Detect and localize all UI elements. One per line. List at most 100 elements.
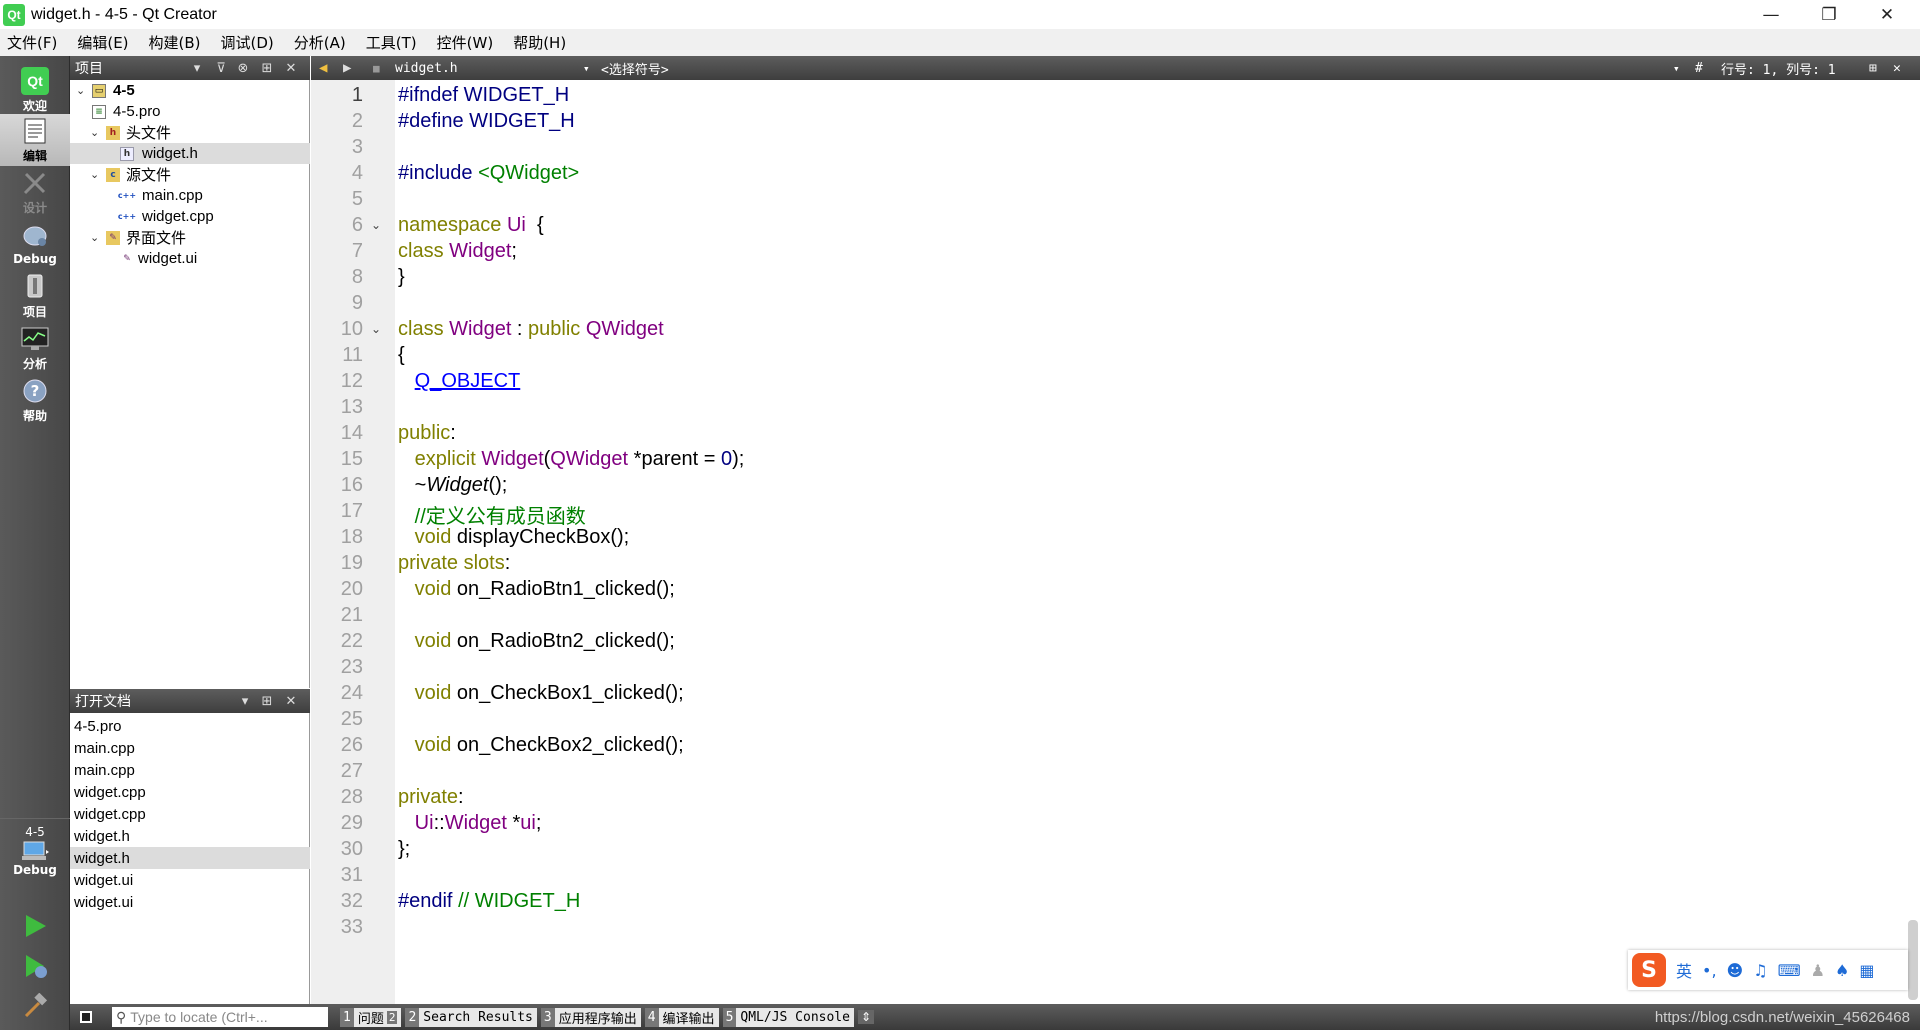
emoji-icon[interactable]: ☻ — [1727, 961, 1744, 980]
menu-build[interactable]: 构建(B) — [146, 32, 204, 53]
code-line[interactable]: namespace Ui { — [398, 214, 544, 237]
collapse-arrow-icon[interactable]: ⌄ — [90, 126, 102, 139]
output-tab-search-results[interactable]: 2 Search Results — [405, 1007, 537, 1027]
close-pane-icon[interactable]: ✕ — [280, 689, 302, 713]
tree-item-widget-ui[interactable]: ✎ widget.ui — [70, 248, 310, 269]
tree-item-pro-file[interactable]: ≡ 4-5.pro — [70, 101, 310, 122]
toggle-sidebar-icon[interactable] — [80, 1011, 92, 1023]
mode-projects[interactable]: 项目 — [0, 270, 70, 322]
tree-item-project[interactable]: ⌄ ▭ 4-5 — [70, 80, 310, 101]
editor-scrollbar[interactable] — [1908, 920, 1918, 1000]
code-line[interactable]: class Widget; — [398, 240, 517, 263]
code-line[interactable]: ~Widget(); — [398, 474, 508, 497]
code-line[interactable]: #endif // WIDGET_H — [398, 890, 580, 913]
code-line[interactable]: #ifndef WIDGET_H — [398, 84, 569, 107]
mode-design[interactable]: 设计 — [0, 166, 70, 218]
open-doc-item[interactable]: widget.cpp — [70, 803, 310, 825]
symbol-dropdown-icon[interactable]: ▾ — [1673, 62, 1680, 75]
code-line[interactable]: //定义公有成员函数 — [398, 500, 586, 529]
close-pane-icon[interactable]: ✕ — [280, 56, 302, 80]
mode-edit[interactable]: 编辑 — [0, 114, 70, 166]
close-button[interactable]: ✕ — [1860, 0, 1914, 29]
menu-debug[interactable]: 调试(D) — [218, 32, 277, 53]
open-doc-item[interactable]: widget.h — [70, 847, 310, 869]
minimize-button[interactable]: — — [1744, 0, 1798, 29]
pane-view-dropdown-icon[interactable]: ▾ — [186, 56, 208, 80]
nav-forward-icon[interactable]: ▶ — [343, 60, 351, 76]
output-tab-qml-console[interactable]: 5 QML/JS Console — [722, 1007, 854, 1027]
debug-run-button[interactable] — [22, 953, 48, 979]
code-line[interactable]: } — [398, 266, 405, 289]
tree-item-widget-cpp[interactable]: c++ widget.cpp — [70, 206, 310, 227]
tree-item-sources[interactable]: ⌄ c 源文件 — [70, 164, 310, 185]
mode-debug[interactable]: Debug — [0, 218, 70, 270]
ime-mode-label[interactable]: 英 — [1676, 958, 1692, 982]
code-line[interactable]: { — [398, 344, 405, 367]
split-icon[interactable]: ⊞ — [256, 56, 278, 80]
split-icon[interactable]: ⊞ — [1869, 61, 1877, 76]
fold-marker-icon[interactable]: ⌄ — [371, 218, 381, 232]
file-dropdown-icon[interactable]: ▾ — [583, 62, 590, 75]
code-line[interactable]: #include <QWidget> — [398, 162, 579, 185]
code-line[interactable]: private slots: — [398, 552, 510, 575]
code-line[interactable]: public: — [398, 422, 456, 445]
symbol-selector[interactable]: <选择符号> — [601, 59, 669, 78]
collapse-arrow-icon[interactable]: ⌄ — [90, 231, 102, 244]
output-tab-compile-output[interactable]: 4 编译输出 — [644, 1007, 719, 1027]
filter-icon[interactable]: ⊽ — [210, 56, 232, 80]
open-doc-item[interactable]: 4-5.pro — [70, 715, 310, 737]
code-token[interactable]: Q_OBJECT — [415, 370, 521, 392]
ime-punctuation[interactable]: •, — [1702, 961, 1717, 980]
user-icon[interactable]: ♟ — [1811, 961, 1825, 980]
menu-help[interactable]: 帮助(H) — [510, 32, 569, 53]
code-line[interactable]: void on_CheckBox2_clicked(); — [398, 734, 684, 757]
collapse-arrow-icon[interactable]: ⌄ — [76, 84, 88, 97]
locator-input[interactable]: ⚲ Type to locate (Ctrl+... — [112, 1007, 328, 1027]
code-line[interactable]: class Widget : public QWidget — [398, 318, 664, 341]
menu-tools[interactable]: 工具(T) — [363, 32, 420, 53]
tree-item-widget-h[interactable]: h widget.h — [70, 143, 310, 164]
code-editor[interactable]: #ifndef WIDGET_H #define WIDGET_H #include… — [395, 80, 1920, 1004]
mode-analyze[interactable]: 分析 — [0, 322, 70, 374]
code-line[interactable]: Ui::Widget *ui; — [398, 812, 542, 835]
collapse-arrow-icon[interactable]: ⌄ — [90, 168, 102, 181]
file-selector[interactable]: widget.h — [395, 61, 458, 76]
open-doc-item[interactable]: widget.ui — [70, 869, 310, 891]
link-sync-icon[interactable]: ⊗ — [232, 56, 254, 80]
open-doc-item[interactable]: widget.cpp — [70, 781, 310, 803]
tree-item-forms[interactable]: ⌄ ✎ 界面文件 — [70, 227, 310, 248]
split-icon[interactable]: ⊞ — [256, 689, 278, 713]
ime-toolbar[interactable]: S 英 •, ☻ ♫ ⌨ ♟ ♠ ▦ — [1628, 950, 1908, 990]
menu-edit[interactable]: 编辑(E) — [74, 32, 131, 53]
code-line[interactable]: void on_CheckBox1_clicked(); — [398, 682, 684, 705]
skin-shirt-icon[interactable]: ♠ — [1835, 961, 1849, 980]
code-line[interactable]: void displayCheckBox(); — [398, 526, 630, 549]
code-line[interactable]: #define WIDGET_H — [398, 110, 575, 133]
menu-widgets[interactable]: 控件(W) — [434, 32, 497, 53]
menu-analyze[interactable]: 分析(A) — [291, 32, 349, 53]
mode-help[interactable]: ? 帮助 — [0, 374, 70, 426]
output-tab-app-output[interactable]: 3 应用程序输出 — [540, 1007, 641, 1027]
target-selector[interactable]: 4-5 Debug — [0, 818, 70, 888]
pane-view-dropdown-icon[interactable]: ▾ — [234, 689, 256, 713]
keyboard-icon[interactable]: ⌨ — [1778, 961, 1801, 980]
code-line[interactable]: void on_RadioBtn2_clicked(); — [398, 630, 675, 653]
code-line[interactable]: private: — [398, 786, 464, 809]
open-doc-item[interactable]: main.cpp — [70, 737, 310, 759]
build-button[interactable] — [22, 992, 48, 1019]
code-line[interactable]: }; — [398, 838, 410, 861]
open-doc-item[interactable]: widget.h — [70, 825, 310, 847]
restore-button[interactable]: ❐ — [1802, 0, 1856, 29]
open-doc-item[interactable]: main.cpp — [70, 759, 310, 781]
code-line[interactable]: void on_RadioBtn1_clicked(); — [398, 578, 675, 601]
code-line[interactable]: explicit Widget(QWidget *parent = 0); — [398, 448, 745, 471]
fold-marker-icon[interactable]: ⌄ — [371, 322, 381, 336]
open-doc-item[interactable]: widget.ui — [70, 891, 310, 913]
output-tab-issues[interactable]: 1 问题 2 — [340, 1007, 402, 1027]
nav-back-icon[interactable]: ◀ — [319, 60, 327, 76]
microphone-icon[interactable]: ♫ — [1753, 961, 1767, 980]
run-button[interactable] — [22, 913, 48, 939]
menu-file[interactable]: 文件(F) — [4, 32, 60, 53]
code-line[interactable]: Q_OBJECT — [398, 370, 521, 393]
mode-welcome[interactable]: Qt 欢迎 — [0, 64, 70, 116]
